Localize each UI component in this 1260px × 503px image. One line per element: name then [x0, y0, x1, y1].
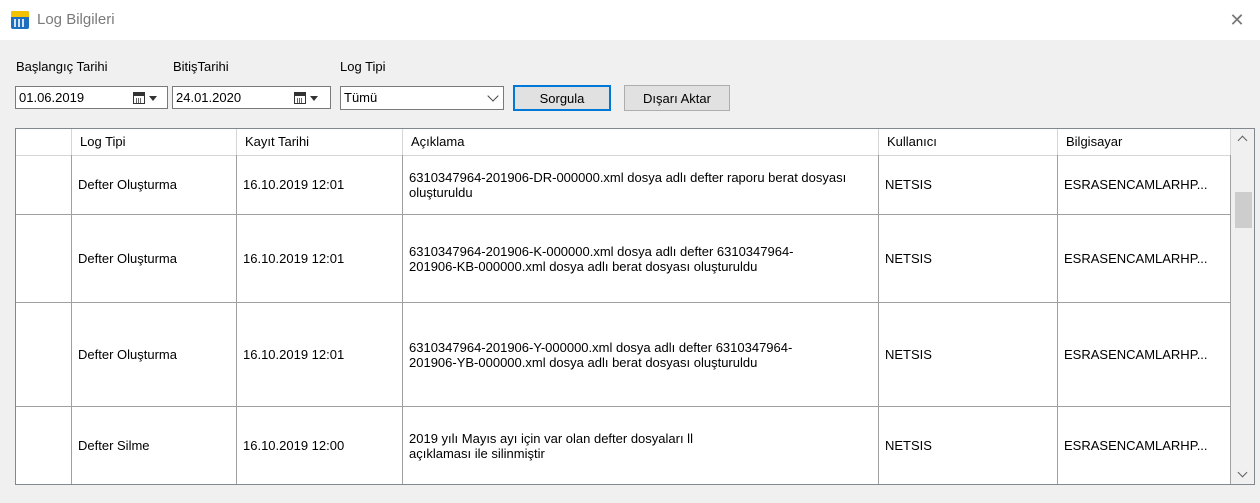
log-type-value: Tümü — [344, 90, 378, 105]
row-header[interactable] — [16, 303, 72, 406]
table-row[interactable]: Defter Silme 16.10.2019 12:00 2019 yılı … — [16, 407, 1231, 484]
column-header-computer[interactable]: Bilgisayar — [1058, 129, 1231, 155]
cell-computer: ESRASENCAMLARHP... — [1058, 155, 1231, 214]
cell-log-type: Defter Oluşturma — [72, 155, 237, 214]
log-type-select[interactable]: Tümü — [340, 86, 504, 110]
export-button[interactable]: Dışarı Aktar — [624, 85, 730, 111]
end-date-label: BitişTarihi — [173, 59, 229, 74]
calendar-icon[interactable] — [133, 92, 145, 104]
scroll-thumb[interactable] — [1235, 192, 1252, 228]
title-bar: Log Bilgileri ✕ — [0, 0, 1260, 40]
row-header[interactable] — [16, 155, 72, 214]
cell-log-type: Defter Silme — [72, 407, 237, 484]
cell-computer: ESRASENCAMLARHP... — [1058, 303, 1231, 406]
scroll-down-button[interactable] — [1231, 464, 1254, 484]
cell-computer: ESRASENCAMLARHP... — [1058, 407, 1231, 484]
cell-date: 16.10.2019 12:01 — [237, 303, 403, 406]
table-row[interactable]: Defter Oluşturma 16.10.2019 12:01 631034… — [16, 303, 1231, 407]
close-button[interactable]: ✕ — [1214, 0, 1260, 40]
query-button[interactable]: Sorgula — [513, 85, 611, 111]
column-header-user[interactable]: Kullanıcı — [879, 129, 1058, 155]
end-date-value: 24.01.2020 — [176, 90, 242, 105]
log-grid[interactable]: Log Tipi Kayıt Tarihi Açıklama Kullanıcı… — [15, 128, 1255, 485]
table-row[interactable]: Defter Oluşturma 16.10.2019 12:01 631034… — [16, 155, 1231, 215]
window-title: Log Bilgileri — [37, 11, 115, 28]
cell-date: 16.10.2019 12:00 — [237, 407, 403, 484]
cell-description: 6310347964-201906-Y-000000.xml dosya adl… — [403, 303, 879, 406]
app-logo-icon — [11, 11, 29, 29]
log-type-label: Log Tipi — [340, 59, 386, 74]
cell-log-type: Defter Oluşturma — [72, 215, 237, 302]
vertical-scrollbar[interactable] — [1231, 129, 1254, 484]
column-header-date[interactable]: Kayıt Tarihi — [237, 129, 403, 155]
calendar-icon[interactable] — [294, 92, 306, 104]
chevron-down-icon — [1237, 467, 1248, 478]
cell-date: 16.10.2019 12:01 — [237, 155, 403, 214]
close-icon: ✕ — [1229, 9, 1245, 30]
cell-user: NETSIS — [879, 303, 1058, 406]
cell-log-type: Defter Oluşturma — [72, 303, 237, 406]
cell-user: NETSIS — [879, 215, 1058, 302]
row-header-corner — [16, 129, 72, 155]
table-row[interactable]: Defter Oluşturma 16.10.2019 12:01 631034… — [16, 215, 1231, 303]
cell-description: 6310347964-201906-K-000000.xml dosya adl… — [403, 215, 879, 302]
scroll-up-button[interactable] — [1231, 129, 1254, 149]
cell-user: NETSIS — [879, 407, 1058, 484]
end-date-picker[interactable]: 24.01.2020 — [172, 86, 331, 109]
grid-header: Log Tipi Kayıt Tarihi Açıklama Kullanıcı… — [16, 129, 1231, 156]
dropdown-arrow-icon[interactable] — [310, 96, 318, 101]
start-date-picker[interactable]: 01.06.2019 — [15, 86, 168, 109]
cell-date: 16.10.2019 12:01 — [237, 215, 403, 302]
row-header[interactable] — [16, 215, 72, 302]
start-date-label: Başlangıç Tarihi — [16, 59, 108, 74]
cell-description: 6310347964-201906-DR-000000.xml dosya ad… — [403, 155, 879, 214]
column-header-description[interactable]: Açıklama — [403, 129, 879, 155]
cell-computer: ESRASENCAMLARHP... — [1058, 215, 1231, 302]
column-header-log-type[interactable]: Log Tipi — [72, 129, 237, 155]
cell-description: 2019 yılı Mayıs ayı için var olan defter… — [403, 407, 879, 484]
chevron-down-icon[interactable] — [487, 90, 499, 102]
start-date-value: 01.06.2019 — [19, 90, 85, 105]
dropdown-arrow-icon[interactable] — [149, 96, 157, 101]
row-header[interactable] — [16, 407, 72, 484]
cell-user: NETSIS — [879, 155, 1058, 214]
chevron-up-icon — [1237, 135, 1248, 146]
